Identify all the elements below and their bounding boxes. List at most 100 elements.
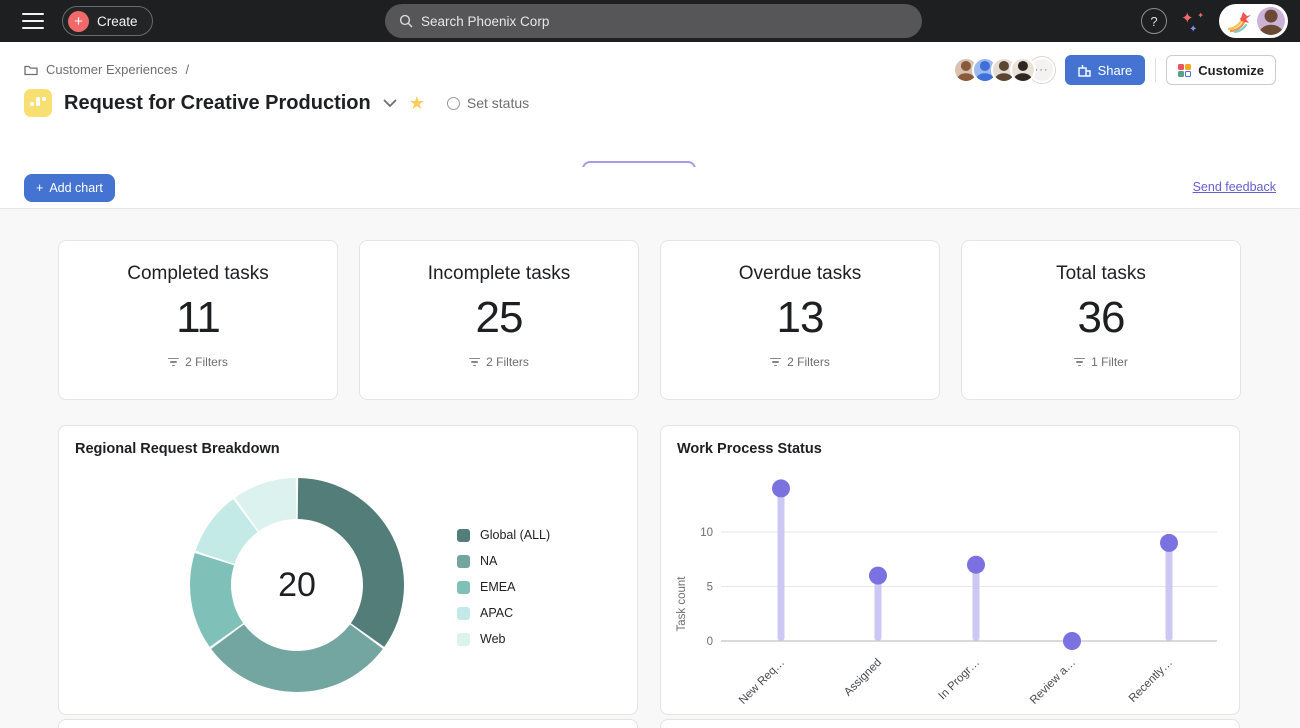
stat-card-title: Completed tasks (59, 263, 337, 285)
stat-card-filters[interactable]: 1 Filter (1074, 355, 1128, 369)
share-icon (1078, 64, 1091, 77)
member-avatar[interactable] (1010, 57, 1036, 83)
dashboard-content: Completed tasks112 FiltersIncomplete tas… (0, 209, 1300, 728)
phoenix-logo (1227, 9, 1253, 33)
lollipop-chart-card: Work Process Status 0 5 10 Task count New Re… (660, 425, 1240, 715)
chart-legend: Global (ALL) NA EMEA APAC Web (457, 522, 550, 652)
page-title[interactable]: Request for Creative Production (64, 92, 371, 115)
title-row: Request for Creative Production ★ Set st… (24, 89, 529, 117)
breadcrumb-link[interactable]: Customer Experiences (46, 62, 178, 77)
create-button[interactable]: + Create (62, 6, 153, 36)
stat-card-filters[interactable]: 2 Filters (168, 355, 228, 369)
filter-count-label: 1 Filter (1091, 355, 1128, 369)
stat-card-incomplete-tasks: Incomplete tasks 25 2 Filters (359, 240, 639, 400)
filter-icon (469, 358, 480, 367)
legend-label: APAC (480, 606, 513, 620)
legend-item: EMEA (457, 574, 550, 600)
ai-sparkles-icon[interactable]: ✦✦✦ (1181, 9, 1205, 33)
filter-icon (770, 358, 781, 367)
filter-count-label: 2 Filters (787, 355, 830, 369)
customize-button-label: Customize (1198, 63, 1264, 78)
share-button-label: Share (1098, 63, 1133, 78)
lollipop-point-assigned (869, 567, 887, 585)
folder-icon (24, 64, 38, 76)
x-category-label: Review a… (1028, 657, 1078, 707)
chevron-down-icon[interactable] (383, 99, 397, 108)
lollipop-point-review-a- (1063, 632, 1081, 650)
dashboard-toolbar: + Add chart Send feedback (0, 167, 1300, 209)
y-tick-label: 5 (707, 582, 713, 594)
stat-card-filters[interactable]: 2 Filters (770, 355, 830, 369)
stat-card-completed-tasks: Completed tasks 11 2 Filters (58, 240, 338, 400)
legend-label: EMEA (480, 580, 515, 594)
breadcrumb: Customer Experiences / (24, 62, 189, 77)
share-button[interactable]: Share (1065, 55, 1146, 85)
legend-item: NA (457, 548, 550, 574)
chart-title: Work Process Status (677, 441, 822, 457)
legend-item: APAC (457, 600, 550, 626)
customize-button[interactable]: Customize (1166, 55, 1276, 85)
filter-count-label: 2 Filters (486, 355, 529, 369)
chart-title: Regional Request Breakdown (75, 441, 280, 457)
legend-item: Web (457, 626, 550, 652)
lollipop-stem (778, 488, 785, 641)
help-label: ? (1150, 14, 1157, 29)
search-placeholder: Search Phoenix Corp (421, 14, 549, 29)
set-status-label: Set status (467, 95, 529, 111)
lollipop-stem (973, 565, 980, 641)
donut-segment-na (211, 624, 383, 692)
legend-label: NA (480, 554, 497, 568)
plus-icon: + (36, 181, 43, 195)
user-avatar[interactable] (1257, 7, 1285, 35)
favorite-star-icon[interactable]: ★ (409, 94, 425, 112)
send-feedback-link[interactable]: Send feedback (1193, 180, 1276, 194)
top-bar: + Create Search Phoenix Corp ? ✦✦✦ (0, 0, 1300, 42)
search-icon (399, 14, 413, 28)
legend-swatch (457, 581, 470, 594)
create-button-label: Create (97, 14, 138, 29)
filter-icon (168, 358, 179, 367)
filter-count-label: 2 Filters (185, 355, 228, 369)
filter-icon (1074, 358, 1085, 367)
add-chart-button[interactable]: + Add chart (24, 174, 115, 202)
legend-label: Web (480, 632, 505, 646)
donut-chart-card: Regional Request Breakdown 20 Global (AL… (58, 425, 638, 715)
header-actions: ··· Share Customize (953, 55, 1276, 85)
project-icon[interactable] (24, 89, 52, 117)
org-account-pill[interactable] (1219, 4, 1288, 38)
lollipop-chart: 0510Task countNew Req…AssignedIn Progr…R… (661, 456, 1239, 714)
stat-card-value: 13 (661, 293, 939, 343)
stat-card-filters[interactable]: 2 Filters (469, 355, 529, 369)
lollipop-point-in-progr- (967, 556, 985, 574)
breadcrumb-separator: / (186, 62, 190, 77)
legend-swatch (457, 555, 470, 568)
stat-card-value: 25 (360, 293, 638, 343)
dashboard-page: + Create Search Phoenix Corp ? ✦✦✦ (0, 0, 1300, 728)
legend-swatch (457, 633, 470, 646)
x-category-label: Recently… (1127, 657, 1175, 705)
search-input[interactable]: Search Phoenix Corp (385, 4, 922, 38)
lollipop-stem (875, 576, 882, 641)
help-button[interactable]: ? (1141, 8, 1167, 34)
lollipop-stem (1166, 543, 1173, 641)
member-avatar-stack: ··· (953, 57, 1055, 83)
stat-card-value: 36 (962, 293, 1240, 343)
y-tick-label: 10 (700, 527, 713, 539)
status-circle-icon (447, 97, 460, 110)
divider (1155, 58, 1156, 82)
donut-center-value: 20 (227, 566, 367, 605)
set-status-button[interactable]: Set status (447, 95, 529, 111)
legend-label: Global (ALL) (480, 528, 550, 542)
x-category-label: New Req… (737, 657, 787, 707)
y-tick-label: 0 (707, 636, 713, 648)
lollipop-point-recently- (1160, 534, 1178, 552)
y-axis-label: Task count (676, 576, 688, 632)
topbar-right: ? ✦✦✦ (1141, 0, 1288, 42)
stat-card-value: 11 (59, 293, 337, 343)
add-chart-label: Add chart (49, 181, 103, 195)
stat-card-title: Total tasks (962, 263, 1240, 285)
donut-segment-global-all- (298, 478, 404, 647)
legend-item: Global (ALL) (457, 522, 550, 548)
stat-card-title: Incomplete tasks (360, 263, 638, 285)
hamburger-menu-icon[interactable] (22, 13, 44, 29)
